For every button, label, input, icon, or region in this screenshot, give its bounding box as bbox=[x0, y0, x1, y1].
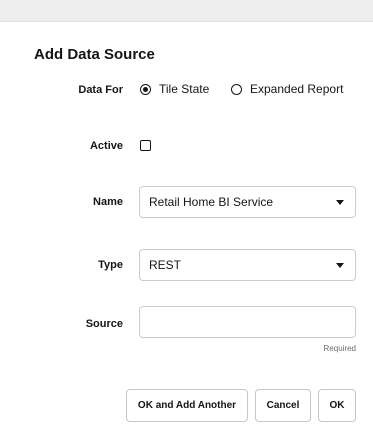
radio-tile-state-label: Tile State bbox=[159, 82, 210, 96]
active-checkbox[interactable] bbox=[140, 140, 151, 151]
top-bar bbox=[0, 0, 373, 22]
name-select[interactable]: Retail Home BI Service bbox=[139, 186, 356, 218]
chevron-down-icon bbox=[336, 200, 344, 205]
dialog-title: Add Data Source bbox=[34, 46, 155, 63]
radio-selected-icon bbox=[140, 83, 151, 95]
ok-button[interactable]: OK bbox=[318, 389, 356, 422]
radio-expanded-report[interactable]: Expanded Report bbox=[231, 82, 343, 96]
name-label: Name bbox=[93, 196, 123, 208]
radio-unselected-icon bbox=[231, 83, 242, 95]
radio-expanded-report-label: Expanded Report bbox=[250, 82, 344, 96]
data-for-label: Data For bbox=[78, 84, 123, 96]
ok-and-add-another-button[interactable]: OK and Add Another bbox=[126, 389, 248, 422]
active-label: Active bbox=[89, 140, 123, 152]
required-hint: Required bbox=[323, 344, 356, 353]
source-label: Source bbox=[85, 318, 123, 330]
radio-tile-state[interactable]: Tile State bbox=[140, 82, 209, 96]
chevron-down-icon bbox=[336, 263, 344, 268]
name-select-value: Retail Home BI Service bbox=[149, 195, 274, 209]
cancel-button[interactable]: Cancel bbox=[255, 389, 311, 422]
add-data-source-dialog: Add Data Source Data For Tile State Expa… bbox=[0, 22, 373, 442]
type-select-value: REST bbox=[149, 258, 182, 272]
source-input[interactable] bbox=[139, 306, 356, 338]
type-label: Type bbox=[98, 259, 123, 271]
type-select[interactable]: REST bbox=[139, 249, 356, 281]
